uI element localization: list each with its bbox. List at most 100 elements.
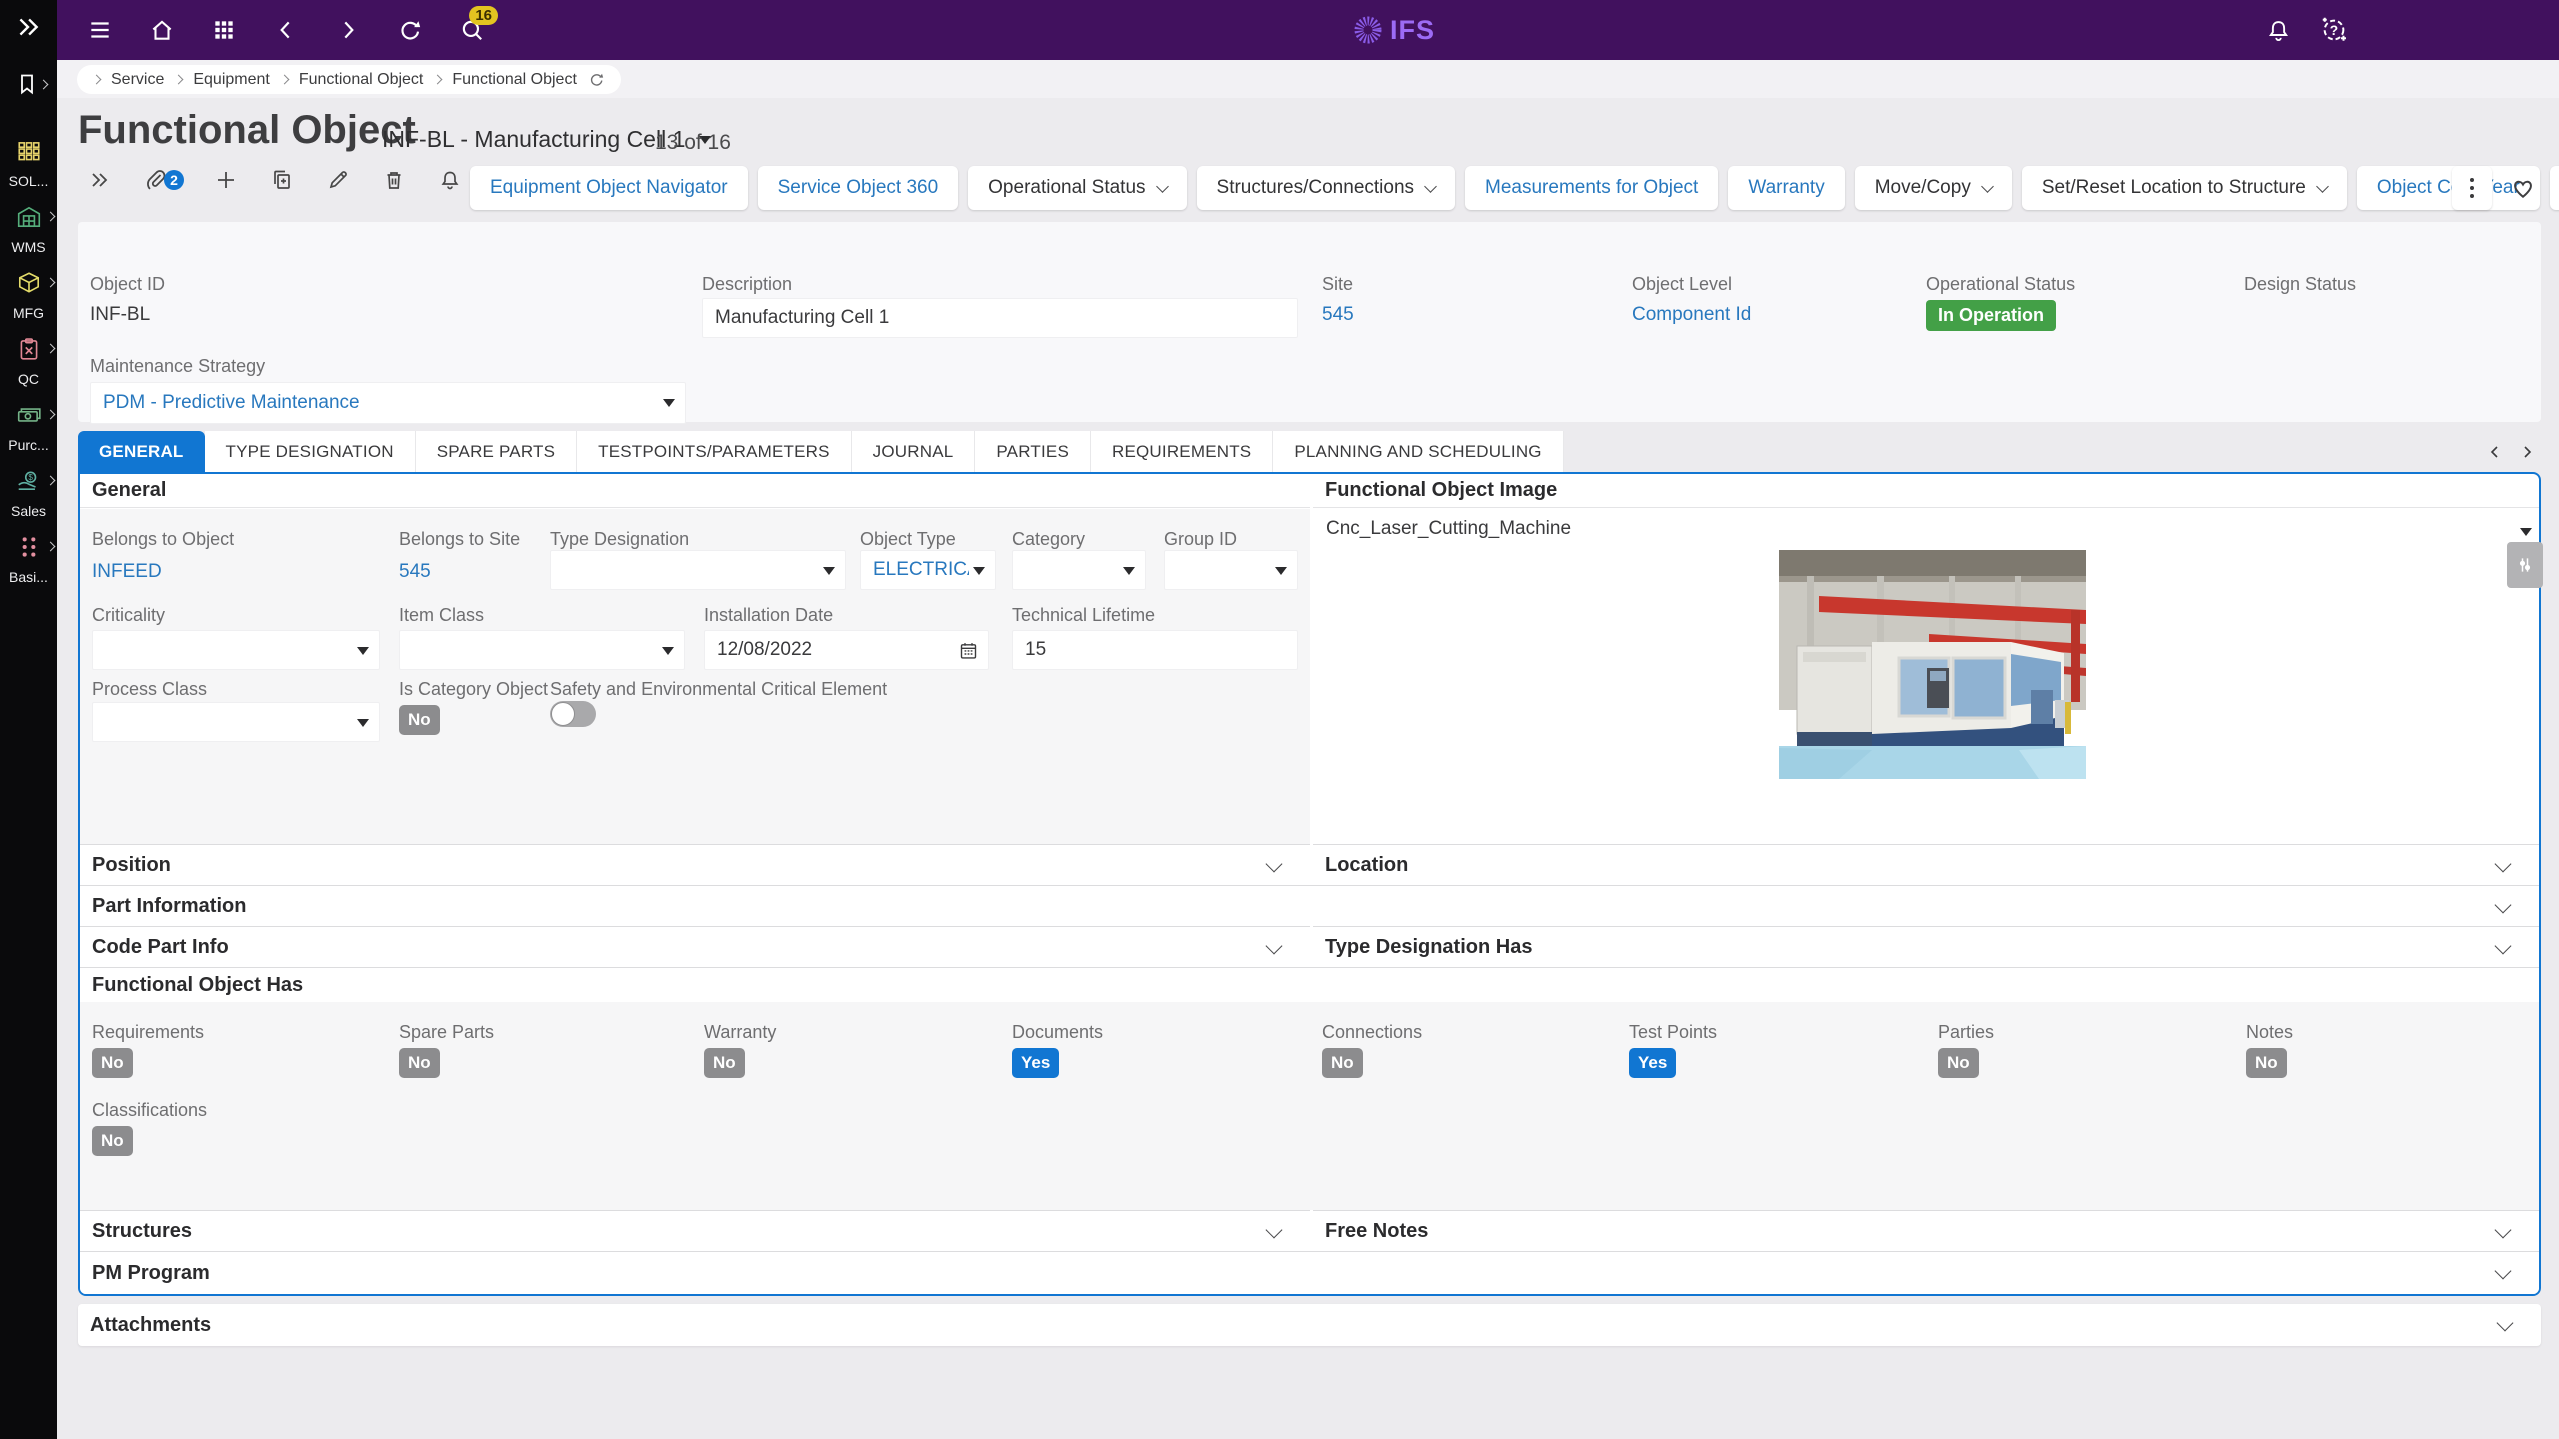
sidebar-item-mfg[interactable]: MFG bbox=[0, 270, 57, 321]
favorite-heart-icon[interactable] bbox=[2509, 174, 2537, 202]
section-position[interactable]: Position bbox=[80, 844, 1310, 885]
description-input[interactable]: Manufacturing Cell 1 bbox=[702, 298, 1298, 338]
tab-general[interactable]: GENERAL bbox=[78, 431, 205, 472]
section-structures[interactable]: Structures bbox=[80, 1210, 1310, 1251]
section-part-information[interactable]: Part Information bbox=[80, 885, 2539, 926]
ifs-logo-swirl-icon bbox=[1353, 15, 1383, 45]
tab-requirements[interactable]: REQUIREMENTS bbox=[1091, 431, 1273, 472]
tab-testpoints-parameters[interactable]: TESTPOINTS/PARAMETERS bbox=[577, 431, 852, 472]
more-options-button[interactable] bbox=[2452, 166, 2492, 210]
chevron-down-icon[interactable] bbox=[2520, 528, 2532, 536]
warranty-button[interactable]: Warranty bbox=[1728, 166, 1844, 210]
belongs-to-object-label: Belongs to Object bbox=[92, 529, 234, 550]
hamburger-menu-icon[interactable] bbox=[87, 17, 113, 43]
section-type-designation-has[interactable]: Type Designation Has bbox=[1313, 926, 2539, 967]
duplicate-icon[interactable] bbox=[270, 168, 294, 192]
edit-pencil-icon[interactable] bbox=[326, 168, 350, 192]
hand-coin-icon: $ bbox=[16, 468, 42, 494]
object-type-select[interactable]: ELECTRICAL -... bbox=[860, 550, 996, 590]
safety-element-toggle[interactable] bbox=[550, 701, 596, 727]
tab-scroll-right-icon[interactable] bbox=[2519, 444, 2535, 460]
forward-icon[interactable] bbox=[335, 17, 361, 43]
measurements-for-object-button[interactable]: Measurements for Object bbox=[1465, 166, 1718, 210]
object-level-link[interactable]: Component Id bbox=[1632, 304, 1751, 326]
item-class-select[interactable] bbox=[399, 630, 685, 670]
spare-parts-badge: No bbox=[399, 1048, 440, 1078]
move-copy-menu-button[interactable]: Move/Copy bbox=[1855, 166, 2012, 210]
sidebar-item-basic-data[interactable]: Basi... bbox=[0, 534, 57, 585]
parties-badge: No bbox=[1938, 1048, 1979, 1078]
chevron-down-icon bbox=[2495, 856, 2512, 873]
operational-status-badge: In Operation bbox=[1926, 300, 2056, 331]
category-select[interactable] bbox=[1012, 550, 1146, 590]
tab-journal[interactable]: JOURNAL bbox=[852, 431, 976, 472]
installation-date-input[interactable]: 12/08/2022 bbox=[704, 630, 989, 670]
sidebar-item-qc[interactable]: QC bbox=[0, 336, 57, 387]
page-command-buttons: Equipment Object Navigator Service Objec… bbox=[470, 166, 2559, 210]
search-result-badge: 16 bbox=[469, 6, 498, 25]
group-id-select[interactable] bbox=[1164, 550, 1298, 590]
search-button[interactable]: 16 bbox=[459, 17, 485, 43]
breadcrumb-refresh-icon[interactable] bbox=[588, 71, 605, 88]
criticality-select[interactable] bbox=[92, 630, 380, 670]
breadcrumb-item-service[interactable]: Service bbox=[111, 71, 164, 89]
metering-invoicing-button[interactable]: Metering Invoicing bbox=[2550, 166, 2559, 210]
type-designation-select[interactable] bbox=[550, 550, 846, 590]
object-level-label: Object Level bbox=[1632, 274, 1732, 295]
image-settings-button[interactable] bbox=[2507, 542, 2543, 588]
technical-lifetime-input[interactable]: 15 bbox=[1012, 630, 1298, 670]
operational-status-menu-button[interactable]: Operational Status bbox=[968, 166, 1186, 210]
structures-connections-menu-button[interactable]: Structures/Connections bbox=[1197, 166, 1456, 210]
image-section-header: Functional Object Image bbox=[1313, 474, 2539, 508]
tab-parties[interactable]: PARTIES bbox=[975, 431, 1091, 472]
site-link[interactable]: 545 bbox=[1322, 304, 1354, 326]
sidebar-item-sales[interactable]: $ Sales bbox=[0, 468, 57, 519]
breadcrumb-bar: Service Equipment Functional Object Func… bbox=[57, 60, 2559, 98]
ifs-logo: IFS bbox=[1353, 0, 1435, 60]
bookmarks-icon[interactable] bbox=[15, 72, 39, 101]
notifications-bell-icon[interactable] bbox=[2265, 17, 2292, 44]
tab-bar: GENERAL TYPE DESIGNATION SPARE PARTS TES… bbox=[78, 431, 1500, 472]
svg-text:?: ? bbox=[2330, 23, 2338, 38]
add-icon[interactable] bbox=[214, 168, 238, 192]
sidebar-item-wms[interactable]: WMS bbox=[0, 204, 57, 255]
equipment-object-navigator-button[interactable]: Equipment Object Navigator bbox=[470, 166, 748, 210]
maintenance-strategy-select[interactable]: PDM - Predictive Maintenance bbox=[90, 382, 686, 424]
image-select[interactable]: Cnc_Laser_Cutting_Machine bbox=[1326, 518, 1571, 540]
chevron-right-icon bbox=[174, 75, 184, 85]
section-free-notes[interactable]: Free Notes bbox=[1313, 1210, 2539, 1251]
breadcrumb-item-equipment[interactable]: Equipment bbox=[193, 71, 270, 89]
home-icon[interactable] bbox=[149, 17, 175, 43]
tab-scroll-left-icon[interactable] bbox=[2487, 444, 2503, 460]
object-id-label: Object ID bbox=[90, 274, 165, 295]
breadcrumb-item-current[interactable]: Functional Object bbox=[452, 71, 577, 89]
sidebar-expand-icon[interactable] bbox=[15, 14, 41, 40]
tab-planning-and-scheduling[interactable]: PLANNING AND SCHEDULING bbox=[1273, 431, 1563, 472]
section-location[interactable]: Location bbox=[1313, 844, 2539, 885]
section-pm-program[interactable]: PM Program bbox=[80, 1251, 2539, 1294]
sidebar-item-purchasing[interactable]: Purc... bbox=[0, 402, 57, 453]
belongs-to-site-link[interactable]: 545 bbox=[399, 561, 431, 583]
belongs-to-object-link[interactable]: INFEED bbox=[92, 561, 162, 583]
chevron-down-icon bbox=[2316, 180, 2329, 193]
help-assistant-icon[interactable]: ? bbox=[2319, 15, 2349, 45]
tab-type-designation[interactable]: TYPE DESIGNATION bbox=[205, 431, 416, 472]
breadcrumb-item-functional-object[interactable]: Functional Object bbox=[299, 71, 424, 89]
refresh-icon[interactable] bbox=[397, 17, 423, 43]
attachments-button[interactable]: 2 bbox=[144, 168, 168, 192]
back-icon[interactable] bbox=[273, 17, 299, 43]
chevron-down-icon bbox=[1266, 938, 1283, 955]
tab-spare-parts[interactable]: SPARE PARTS bbox=[416, 431, 577, 472]
app-grid-icon[interactable] bbox=[211, 17, 237, 43]
delete-trash-icon[interactable] bbox=[382, 168, 406, 192]
chevron-down-icon bbox=[1424, 180, 1437, 193]
sidebar-item-solution[interactable]: SOL... bbox=[0, 138, 57, 189]
service-object-360-button[interactable]: Service Object 360 bbox=[758, 166, 959, 210]
process-class-select[interactable] bbox=[92, 702, 380, 742]
set-reset-location-menu-button[interactable]: Set/Reset Location to Structure bbox=[2022, 166, 2347, 210]
functional-object-has-content: Requirements No Spare Parts No Warranty … bbox=[80, 1002, 2539, 1210]
expand-commands-icon[interactable] bbox=[88, 168, 112, 192]
calendar-icon[interactable] bbox=[958, 640, 979, 661]
section-attachments[interactable]: Attachments bbox=[78, 1304, 2541, 1346]
section-code-part-info[interactable]: Code Part Info bbox=[80, 926, 1310, 967]
